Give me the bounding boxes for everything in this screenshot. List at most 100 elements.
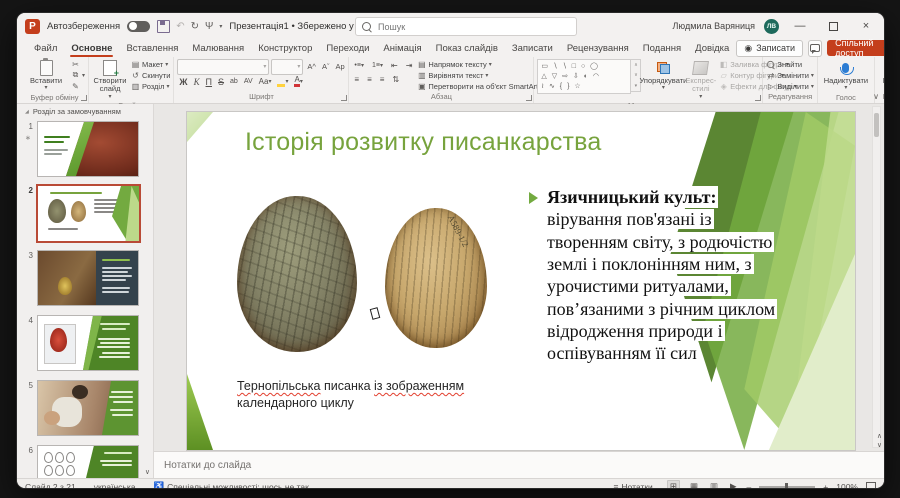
user-avatar[interactable]: ЛВ [764,19,779,34]
shrink-font-button[interactable]: Aˇ [320,60,332,73]
underline-button[interactable]: П [204,75,214,88]
dictate-button[interactable]: Надиктувати▾ [821,59,871,92]
previous-slide-button[interactable]: ∧ [877,432,882,440]
editor-vertical-scrollbar[interactable] [872,106,881,448]
thumbnail-slide-2-selected[interactable] [36,184,141,243]
close-button[interactable]: × [854,16,878,36]
italic-button[interactable]: К [192,75,202,88]
slide-canvas[interactable]: Історія розвитку писанкарства А589-1/2 Я… [187,112,855,450]
accessibility-status[interactable]: ♿ Спеціальні можливості: щось не так [154,481,327,488]
undo-icon[interactable]: ↶ [176,21,184,32]
fit-slide-to-window-button[interactable] [866,482,876,489]
tab-help[interactable]: Довідка [688,39,736,57]
qat-dropdown-icon[interactable]: ▾ [219,23,222,30]
zoom-slider-thumb[interactable] [785,483,788,489]
minimize-button[interactable]: — [788,16,812,36]
thumbnail-slide-3[interactable] [37,250,139,306]
thumbnails-scroll-down-icon[interactable]: ∨ [145,468,150,476]
record-button[interactable]: ◉Записати [736,40,803,57]
tab-design[interactable]: Конструктор [251,39,319,57]
slide-counter[interactable]: Слайд 2 з 21 [25,482,94,489]
next-slide-button[interactable]: ∨ [877,441,882,449]
align-left-button[interactable]: ≡ [352,73,361,86]
new-slide-button[interactable]: Створити слайд▾ [92,59,128,100]
line-spacing-button[interactable]: ⇅ [390,73,401,86]
share-button[interactable]: Спільний доступ ▾ [827,40,884,56]
change-case-button[interactable]: Aa▾ [257,75,274,88]
user-name[interactable]: Людмила Варяниця [673,21,756,31]
grow-font-button[interactable]: A^ [305,60,318,73]
format-painter-button[interactable]: ✎ [71,81,85,91]
zoom-in-button[interactable]: + [823,482,828,489]
restore-button[interactable] [821,16,845,36]
notes-pane[interactable]: Нотатки до слайда [154,451,884,478]
increase-indent-button[interactable]: ⇥ [404,59,415,72]
autosave-toggle[interactable] [127,21,150,32]
find-button[interactable]: Знайти [766,59,814,69]
thumbnail-slide-1[interactable] [37,121,139,177]
copy-button[interactable]: ⧉▾ [71,70,85,80]
tab-record[interactable]: Записати [505,39,560,57]
section-header[interactable]: ◢ Розділ за замовчуванням [25,107,121,116]
reading-view-button[interactable]: ▥ [708,481,720,488]
bullets-button[interactable]: •≡▾ [352,59,366,72]
zoom-slider[interactable] [759,486,815,488]
reset-button[interactable]: ↺Скинути [131,70,170,80]
align-right-button[interactable]: ≡ [378,73,387,86]
zoom-out-button[interactable]: – [747,482,752,489]
comments-button[interactable] [808,40,822,57]
quick-styles-button[interactable]: Експрес-стилі▾ [685,59,716,100]
save-icon[interactable] [157,20,170,33]
drawing-dialog-launcher[interactable] [755,95,761,101]
convert-smartart-button[interactable]: ▣Перетворити на об'єкт SmartArt▾ [417,81,543,91]
addins-button[interactable]: Надбудови [878,59,884,85]
numbering-button[interactable]: 1≡▾ [370,59,385,72]
paragraph-dialog-launcher[interactable] [526,95,532,101]
notes-toggle-button[interactable]: ≡ Нотатки [613,482,658,489]
text-shadow-button[interactable]: ab [228,75,240,88]
search-box[interactable] [355,17,577,36]
tab-view[interactable]: Подання [636,39,688,57]
select-button[interactable]: ▷Виділити▾ [766,81,814,91]
tab-insert[interactable]: Вставлення [119,39,185,57]
normal-view-button[interactable]: ⊞ [667,480,680,488]
thumbnail-slide-6[interactable] [37,445,139,478]
collapse-ribbon-icon[interactable]: ∨ [873,92,879,101]
zoom-level[interactable]: 100% [836,482,858,489]
arrange-button[interactable]: Упорядкувати▾ [644,59,682,92]
cut-button[interactable]: ✂ [71,59,85,69]
align-text-button[interactable]: ▥Вирівняти текст▾ [417,70,543,80]
slide-bullet-text[interactable]: Язичницький культ:вірування пов'язані із… [545,186,845,365]
highlight-color-button[interactable]: ▾ [275,75,290,88]
shapes-gallery[interactable]: ▭ ∖ ∖ □ ○ ◯ △ ▽ ⇨ ⇩ ◐ ◠ ≀ ∿ { } ☆ ∧∨▾ [537,59,641,94]
decrease-indent-button[interactable]: ⇤ [389,59,400,72]
scrollbar-thumb[interactable] [874,113,879,137]
pysanka-photo-left[interactable] [237,196,357,352]
replace-button[interactable]: ⇄Замінити▾ [766,70,814,80]
font-size-combo[interactable]: ▾ [271,59,303,75]
slide-sorter-view-button[interactable]: ▦ [688,481,700,488]
slideshow-button[interactable]: ▶ [728,481,739,488]
align-center-button[interactable]: ≡ [365,73,374,86]
font-color-button[interactable]: А▾ [292,75,304,88]
pysanka-photo-right[interactable]: А589-1/2 [385,208,487,348]
slide-title[interactable]: Історія розвитку писанкарства [245,128,601,157]
tab-slideshow[interactable]: Показ слайдів [429,39,505,57]
tab-home[interactable]: Основне [64,39,119,57]
thumbnail-slide-4[interactable] [37,315,139,371]
character-spacing-button[interactable]: AV [242,75,255,88]
language-indicator[interactable]: українська [94,482,154,489]
paste-button[interactable]: Вставити▾ [24,59,68,92]
clear-formatting-button[interactable]: Ap [333,60,346,73]
clipboard-dialog-launcher[interactable] [81,95,87,101]
tab-animations[interactable]: Анімація [376,39,428,57]
text-direction-button[interactable]: ▤Напрямок тексту▾ [417,59,543,69]
strikethrough-button[interactable]: S [216,75,226,88]
redo-icon[interactable]: ↻ [191,21,199,32]
font-name-combo[interactable]: ▾ [177,59,269,75]
tab-review[interactable]: Рецензування [560,39,636,57]
search-input[interactable] [376,21,530,33]
tab-draw[interactable]: Малювання [185,39,251,57]
bold-button[interactable]: Ж [177,75,189,88]
font-dialog-launcher[interactable] [341,95,347,101]
